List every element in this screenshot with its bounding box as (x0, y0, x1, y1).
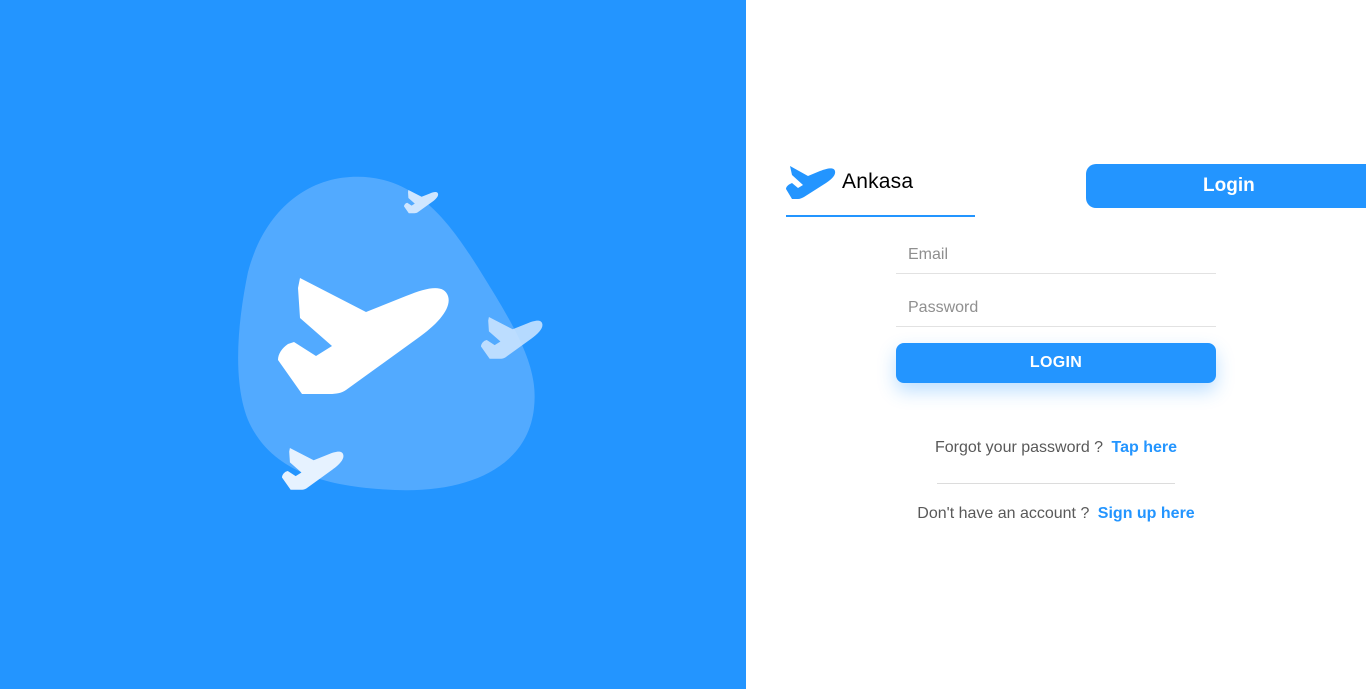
signup-row: Don't have an account ? Sign up here (746, 505, 1366, 523)
brand-name: Ankasa (842, 170, 914, 193)
brand-header: Ankasa (786, 160, 975, 217)
tab-login[interactable]: Login (1086, 164, 1366, 208)
email-field[interactable] (896, 236, 1216, 274)
password-field[interactable] (896, 289, 1216, 327)
login-form: LOGIN (896, 236, 1216, 383)
sign-up-link[interactable]: Sign up here (1098, 505, 1195, 522)
tap-here-link[interactable]: Tap here (1112, 439, 1178, 456)
hero-illustration (238, 176, 543, 491)
login-button[interactable]: LOGIN (896, 343, 1216, 383)
forgot-password-text: Forgot your password ? (934, 439, 1104, 456)
auth-panel: Ankasa Login LOGIN Forgot your password … (746, 0, 1366, 689)
airplane-icon (786, 166, 836, 199)
forgot-password-row: Forgot your password ? Tap here (746, 439, 1366, 457)
hero-panel (0, 0, 746, 689)
signup-text: Don't have an account ? (917, 505, 1090, 522)
divider (937, 483, 1175, 484)
